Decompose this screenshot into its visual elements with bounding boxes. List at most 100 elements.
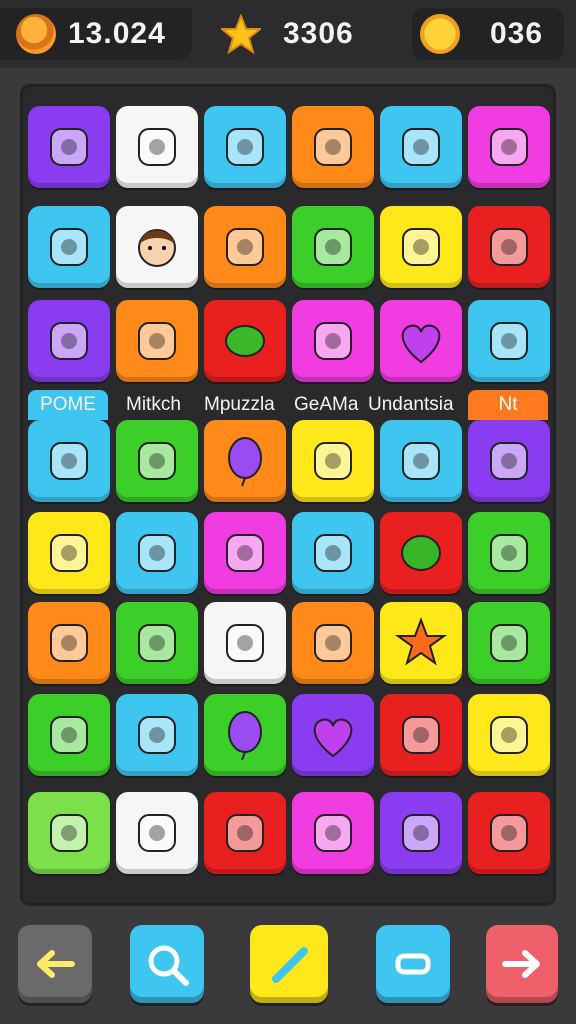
coin-icon (16, 14, 56, 54)
tile-r6-c2[interactable] (116, 602, 198, 684)
tile-r7-c4[interactable] (292, 694, 374, 776)
tile-r6-c6[interactable] (468, 602, 550, 684)
tile-r4-c1[interactable] (28, 420, 110, 502)
tile-r5-c2[interactable] (116, 512, 198, 594)
search-button[interactable] (130, 925, 204, 1003)
tile-r1-c6[interactable] (468, 106, 550, 188)
dino-icon (314, 228, 352, 266)
minimize-button[interactable] (376, 925, 450, 1003)
robot-heart-icon (138, 128, 176, 166)
tile-r7-c3[interactable] (204, 694, 286, 776)
tile-r6-c4[interactable] (292, 602, 374, 684)
tile-r3-c1[interactable] (28, 300, 110, 382)
smile-icon (490, 814, 528, 852)
tile-r8-c6[interactable] (468, 792, 550, 874)
suns-counter: 036 (412, 8, 564, 60)
tile-r8-c2[interactable] (116, 792, 198, 874)
pink-star-icon (490, 716, 528, 754)
tile-r4-c4[interactable] (292, 420, 374, 502)
gem-icon (50, 534, 88, 572)
bag-icon (314, 814, 352, 852)
flower-icon (490, 322, 528, 360)
tile-r1-c3[interactable] (204, 106, 286, 188)
wand-icon (490, 128, 528, 166)
tile-r5-c1[interactable] (28, 512, 110, 594)
heart-box-icon (490, 624, 528, 662)
stars-value: 3306 (283, 17, 354, 50)
tile-r3-c2[interactable] (116, 300, 198, 382)
label-pome: POME (28, 390, 108, 420)
tile-r6-c5[interactable] (380, 602, 462, 684)
back-arrow-icon (37, 950, 75, 978)
spiral-icon (490, 228, 528, 266)
tile-r7-c6[interactable] (468, 694, 550, 776)
coins-value: 13.024 (68, 17, 166, 50)
tile-r2-c6[interactable] (468, 206, 550, 288)
tile-r8-c5[interactable] (380, 792, 462, 874)
heart-icon (401, 324, 441, 364)
tile-r3-c4[interactable] (292, 300, 374, 382)
gear-icon (314, 442, 352, 480)
forward-arrow-icon (502, 950, 540, 978)
star-wand-icon (50, 716, 88, 754)
tile-r2-c1[interactable] (28, 206, 110, 288)
arrow-icon (490, 534, 528, 572)
tile-r3-c5[interactable] (380, 300, 462, 382)
tile-r4-c3[interactable] (204, 420, 286, 502)
tile-r2-c2[interactable] (116, 206, 198, 288)
card-icon (314, 128, 352, 166)
tile-r6-c1[interactable] (28, 602, 110, 684)
tile-r3-c3[interactable] (204, 300, 286, 382)
tile-r1-c2[interactable] (116, 106, 198, 188)
tile-r2-c3[interactable] (204, 206, 286, 288)
tile-r8-c1[interactable] (28, 792, 110, 874)
tile-r3-c6[interactable] (468, 300, 550, 382)
tile-r4-c2[interactable] (116, 420, 198, 502)
pencil-button[interactable] (250, 925, 328, 1003)
tile-r4-c6[interactable] (468, 420, 550, 502)
tile-r7-c5[interactable] (380, 694, 462, 776)
balloon-icon (228, 437, 262, 487)
alien-icon (50, 814, 88, 852)
heart-icon (313, 718, 353, 758)
forward-arrow-button[interactable] (486, 925, 558, 1003)
label-undantsia: Undantsia (368, 394, 454, 415)
crate-icon (226, 624, 264, 662)
block-icon (402, 228, 440, 266)
tile-r1-c1[interactable] (28, 106, 110, 188)
tile-r8-c4[interactable] (292, 792, 374, 874)
ring-icon (50, 128, 88, 166)
tile-r8-c3[interactable] (204, 792, 286, 874)
drop-icon (402, 814, 440, 852)
tile-r2-c4[interactable] (292, 206, 374, 288)
search-icon (148, 945, 189, 986)
top-hud: 13.024 3306 036 (0, 0, 576, 68)
pencil-icon (272, 947, 308, 983)
tile-r1-c5[interactable] (380, 106, 462, 188)
lime-icon (401, 535, 441, 571)
rocket-icon (138, 534, 176, 572)
leaf-icon (225, 325, 265, 357)
tile-r7-c2[interactable] (116, 694, 198, 776)
tile-r6-c3[interactable] (204, 602, 286, 684)
label-mitkch: Mitkch (126, 394, 181, 415)
star-icon (394, 617, 448, 666)
frame-icon (138, 716, 176, 754)
tile-r5-c3[interactable] (204, 512, 286, 594)
tile-r2-c5[interactable] (380, 206, 462, 288)
tile-r5-c6[interactable] (468, 512, 550, 594)
minimize-icon (395, 953, 431, 975)
chick-icon (138, 624, 176, 662)
tile-r4-c5[interactable] (380, 420, 462, 502)
tile-r5-c4[interactable] (292, 512, 374, 594)
back-arrow-button[interactable] (18, 925, 92, 1003)
ghost-icon (402, 128, 440, 166)
tile-r1-c4[interactable] (292, 106, 374, 188)
tile-r5-c5[interactable] (380, 512, 462, 594)
tree-icon (138, 322, 176, 360)
sun-icon (420, 14, 460, 54)
bird-icon (50, 228, 88, 266)
book-icon (314, 322, 352, 360)
tile-r7-c1[interactable] (28, 694, 110, 776)
monster-icon (50, 442, 88, 480)
